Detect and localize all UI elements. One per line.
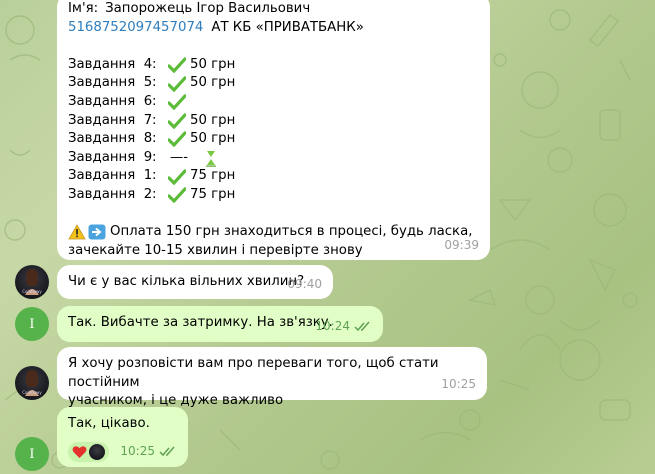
check-mark-icon [168,57,186,74]
task-row: Завдання 5: 50 грн [68,74,479,93]
payment-notice-line-1: Оплата 150 грн знаходиться в процесі, бу… [68,223,479,242]
task-colon: : [152,75,157,91]
task-amount: 75 грн [190,186,236,202]
notice-text-1: Оплата 150 грн знаходиться в процесі, бу… [110,224,473,240]
incoming-message: Чи є у вас кілька вільних хвилин? 09:40 [57,265,333,299]
task-label: Завдання 1 [68,168,153,184]
reactor-avatar [89,443,105,460]
task-amount: 50 грн [190,75,236,91]
hourglass-icon [206,151,216,167]
task-row: Завдання 7: 50 грн [68,112,479,131]
task-row: Завдання 1: 75 грн [68,167,479,186]
message-time: 10:24 [315,319,350,334]
message-text: Так. Вибачте за затримку. На зв'язку. [68,315,333,330]
self-avatar[interactable]: I [15,437,49,471]
task-colon: : [152,186,157,202]
check-mark-icon [168,94,186,111]
reaction-badge[interactable] [68,441,109,462]
task-amount: —- [170,149,189,165]
check-mark-icon [168,169,186,185]
avatar-brand-label: Coinflowy [22,289,42,294]
message-time: 09:40 [287,277,322,292]
message-text: Чи є у вас кілька вільних хвилин? [68,274,305,289]
self-avatar[interactable]: I [15,307,49,341]
message-time: 10:25 [120,444,155,459]
task-row: Завдання 8: 50 грн [68,130,479,149]
notice-text-2: зачекайте 10-15 хвилин і перевірте знову [68,242,363,258]
name-label: Ім'я: [68,1,99,16]
outgoing-message: Так, цікаво. 10:25 [57,407,188,467]
double-check-icon [159,446,175,457]
task-colon: : [152,93,157,109]
card-row: 5168752097457074 АТ КБ «ПРИВАТБАНК» [68,19,479,38]
sender-avatar[interactable]: Coinflowy [15,265,49,299]
task-label: Завдання 4 [68,56,153,72]
sender-avatar[interactable]: Coinflowy [15,366,49,400]
task-label: Завдання 6 [68,93,153,109]
task-label: Завдання 7 [68,112,153,128]
warning-icon [68,224,86,240]
task-amount: 50 грн [190,112,236,128]
message-text: Так, цікаво. [68,416,150,431]
task-colon: : [152,56,157,72]
chat-window: { "payment_message": { "name_label": "Ім… [0,0,655,474]
double-check-icon [354,321,370,332]
bank-name: АТ КБ «ПРИВАТБАНК» [211,19,364,35]
message-time: 10:25 [441,377,476,392]
payment-info-message: Ім'я: Запорожець Ігор Васильович 5168752… [57,0,490,260]
task-amount: 50 грн [190,131,236,147]
arrow-right-icon [88,224,106,240]
task-colon: : [152,112,157,128]
task-colon: : [152,168,157,184]
check-mark-icon [168,131,186,148]
check-mark-icon [168,187,186,204]
task-row: Завдання 6: [68,93,479,112]
task-row: Завдання 2: 75 грн [68,186,479,205]
task-row: Завдання 9: —- [68,149,479,168]
recipient-name: Запорожець Ігор Васильович [105,1,311,16]
avatar-brand-label: Coinflowy [22,390,42,395]
task-label: Завдання 8 [68,131,153,147]
task-label: Завдання 9 [68,149,153,165]
message-time: 09:39 [444,238,479,253]
task-colon: : [152,131,157,147]
payment-notice-line-2: зачекайте 10-15 хвилин і перевірте знову [68,242,479,261]
incoming-message: Я хочу розповісти вам про переваги того,… [57,347,487,408]
check-mark-icon [168,76,186,92]
card-number-link[interactable]: 5168752097457074 [68,19,203,38]
task-list: Завдання 4:50 грн Завдання 5:50 грн Завдан… [68,56,479,205]
recipient-name-row: Ім'я: Запорожець Ігор Васильович [68,0,479,19]
task-amount: 75 грн [190,168,236,184]
message-status: 10:24 [315,317,372,336]
task-row: Завдання 4: 50 грн [68,56,479,75]
task-colon: : [152,149,157,165]
check-mark-icon [168,113,186,129]
task-amount: 50 грн [190,56,236,72]
outgoing-message: Так. Вибачте за затримку. На зв'язку. 10… [57,306,383,342]
message-text-line-1: Я хочу розповісти вам про переваги того,… [68,356,439,390]
heart-icon [72,445,87,458]
task-label: Завдання 5 [68,75,153,91]
task-label: Завдання 2 [68,186,153,202]
message-status: 10:25 [120,442,177,461]
